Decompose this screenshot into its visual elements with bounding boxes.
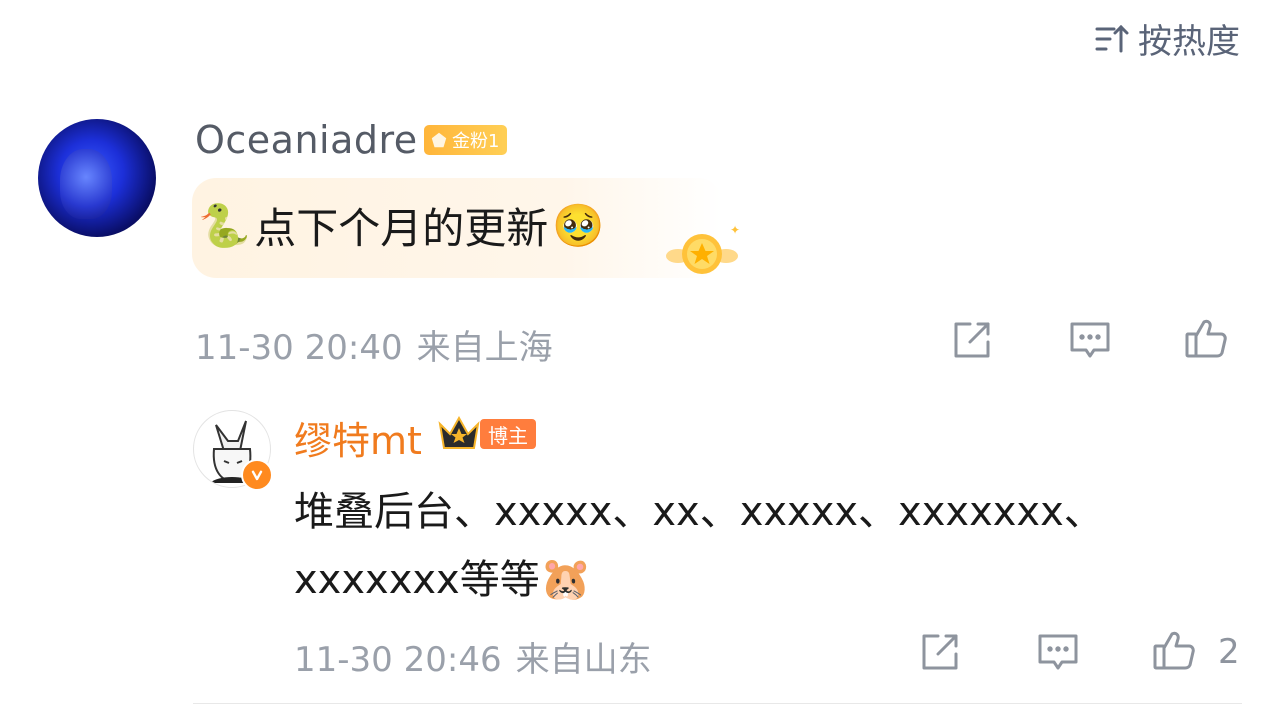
reply-username[interactable]: 缪特mt	[294, 410, 422, 465]
comment-icon	[1038, 634, 1078, 670]
reply-meta: 11-30 20:46 来自山东	[294, 632, 652, 681]
blogger-badge: 博主	[480, 419, 536, 449]
reply-button[interactable]	[1068, 318, 1112, 362]
divider	[193, 703, 1242, 704]
reply-share-button[interactable]	[918, 630, 962, 674]
svg-text:✦: ✦	[730, 223, 740, 237]
comment-time: 11-30 20:40	[195, 328, 403, 368]
sort-icon	[1095, 24, 1129, 52]
reply-like-count: 2	[1218, 632, 1240, 672]
comment-text: 🐍 点下个月的更新 🥹	[198, 195, 605, 256]
verified-badge-icon	[241, 459, 273, 491]
reply-time: 11-30 20:46	[294, 640, 502, 680]
like-button[interactable]	[1184, 316, 1228, 360]
sort-by-heat-button[interactable]: 按热度	[1094, 14, 1240, 63]
star-badge-icon: ✦	[666, 223, 740, 274]
snake-emoji: 🐍	[198, 200, 251, 250]
thumbs-up-icon	[1153, 631, 1195, 670]
comment-icon	[1070, 322, 1110, 358]
comment-text-body: 点下个月的更新	[254, 204, 549, 253]
share-button[interactable]	[950, 318, 994, 362]
fan-level-label: 金粉1	[452, 131, 500, 152]
capybara-emoji: 🐹	[539, 554, 592, 603]
crown-icon	[438, 415, 480, 449]
comment-username[interactable]: Oceaniadre	[195, 118, 418, 162]
user-avatar[interactable]	[38, 119, 156, 237]
reply-comment-button[interactable]	[1036, 630, 1080, 674]
comment-meta: 11-30 20:40 来自上海	[195, 320, 553, 369]
reply-text-body: 堆叠后台、xxxxx、xx、xxxxx、xxxxxxx、xxxxxxx等等	[294, 489, 1104, 603]
reply-text: 堆叠后台、xxxxx、xx、xxxxx、xxxxxxx、xxxxxxx等等🐹	[294, 478, 1174, 614]
fan-level-badge: 金粉1	[424, 125, 508, 155]
share-icon	[922, 634, 958, 670]
reply-like-button[interactable]	[1152, 628, 1196, 672]
gem-icon	[431, 132, 447, 148]
sort-label: 按热度	[1138, 22, 1240, 62]
reply-location: 来自山东	[515, 640, 652, 680]
comment-location: 来自上海	[416, 328, 553, 368]
thumbs-up-icon	[1185, 319, 1227, 358]
share-icon	[954, 322, 990, 358]
teary-face-emoji: 🥹	[552, 200, 605, 250]
